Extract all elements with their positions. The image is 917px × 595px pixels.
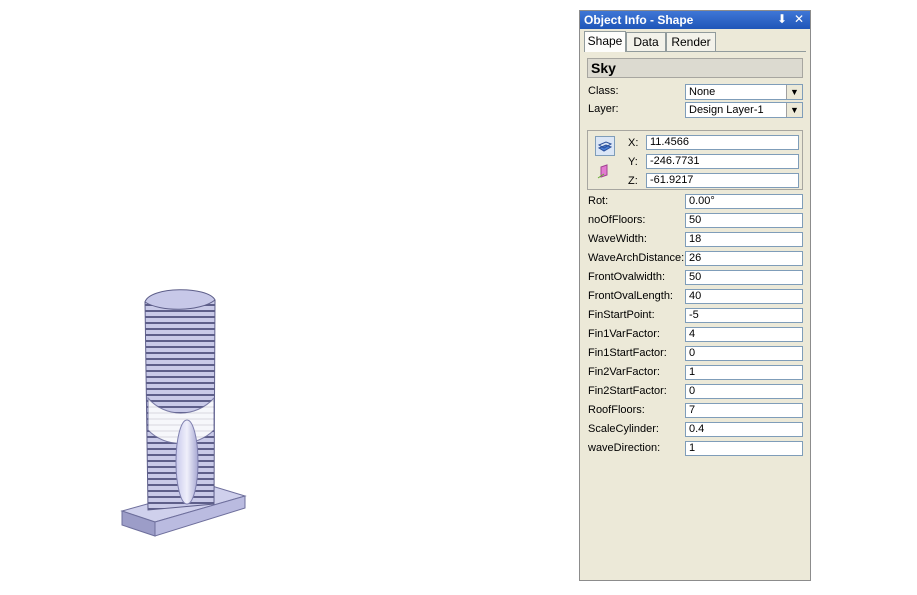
param-label: FrontOvalLength: [588, 290, 673, 302]
param-label: Fin1StartFactor: [588, 347, 667, 359]
palette-title: Object Info - Shape [584, 13, 694, 27]
position-box: X: 11.4566 Y: -246.7731 Z: -61.9217 [587, 130, 803, 190]
param-field[interactable]: 0 [685, 346, 803, 361]
x-label: X: [628, 137, 639, 149]
param-label: Fin2VarFactor: [588, 366, 660, 378]
layer-value: Design Layer-1 [689, 104, 764, 116]
y-field[interactable]: -246.7731 [646, 154, 799, 169]
dropdown-arrow-icon[interactable]: ▼ [786, 85, 802, 99]
layer-select[interactable]: Design Layer-1 ▼ [685, 102, 803, 118]
param-field[interactable]: 50 [685, 270, 803, 285]
tower-small-oval [175, 419, 199, 505]
param-label: RoofFloors: [588, 404, 645, 416]
param-field[interactable]: 4 [685, 327, 803, 342]
param-label: Rot: [588, 195, 609, 207]
shape-panel: Sky Class: None ▼ Layer: Design Layer-1 … [584, 51, 806, 579]
object-name: Sky [587, 58, 803, 78]
param-label: Fin1VarFactor: [588, 328, 660, 340]
param-field[interactable]: 40 [685, 289, 803, 304]
param-label: FinStartPoint: [588, 309, 655, 321]
param-field[interactable]: 18 [685, 232, 803, 247]
layer-label: Layer: [588, 103, 619, 115]
param-label: noOfFloors: [588, 214, 646, 226]
param-label: WaveArchDistance: [588, 252, 685, 264]
class-label: Class: [588, 85, 619, 97]
3d-plane-icon[interactable] [595, 136, 615, 156]
param-label: WaveWidth: [588, 233, 647, 245]
param-field[interactable]: 26 [685, 251, 803, 266]
object-info-palette: Object Info - Shape ⬇ ✕ Shape Data Rende… [579, 10, 811, 581]
param-field[interactable]: 1 [685, 441, 803, 456]
param-field[interactable]: 1 [685, 365, 803, 380]
param-field[interactable]: 0.4 [685, 422, 803, 437]
pin-icon[interactable]: ⬇ [777, 12, 787, 26]
z-label: Z: [628, 175, 638, 187]
param-field[interactable]: 50 [685, 213, 803, 228]
palette-titlebar[interactable]: Object Info - Shape ⬇ ✕ [580, 11, 810, 29]
tab-render[interactable]: Render [666, 32, 716, 51]
param-field[interactable]: -5 [685, 308, 803, 323]
close-icon[interactable]: ✕ [794, 12, 804, 26]
x-field[interactable]: 11.4566 [646, 135, 799, 150]
param-field[interactable]: 7 [685, 403, 803, 418]
tab-shape[interactable]: Shape [584, 31, 626, 52]
param-label: ScaleCylinder: [588, 423, 659, 435]
drawing-viewport[interactable] [0, 0, 578, 592]
param-label: Fin2StartFactor: [588, 385, 667, 397]
dropdown-arrow-icon[interactable]: ▼ [786, 103, 802, 117]
param-field[interactable]: 0 [685, 384, 803, 399]
tab-data[interactable]: Data [626, 32, 666, 51]
2d-plane-icon[interactable] [595, 163, 615, 183]
param-label: FrontOvalwidth: [588, 271, 666, 283]
param-label: waveDirection: [588, 442, 661, 454]
z-field[interactable]: -61.9217 [646, 173, 799, 188]
class-value: None [689, 86, 716, 98]
class-select[interactable]: None ▼ [685, 84, 803, 100]
param-field[interactable]: 0.00° [685, 194, 803, 209]
tower-small [120, 289, 247, 537]
palette-tabs: Shape Data Render [584, 31, 806, 52]
y-label: Y: [628, 156, 638, 168]
